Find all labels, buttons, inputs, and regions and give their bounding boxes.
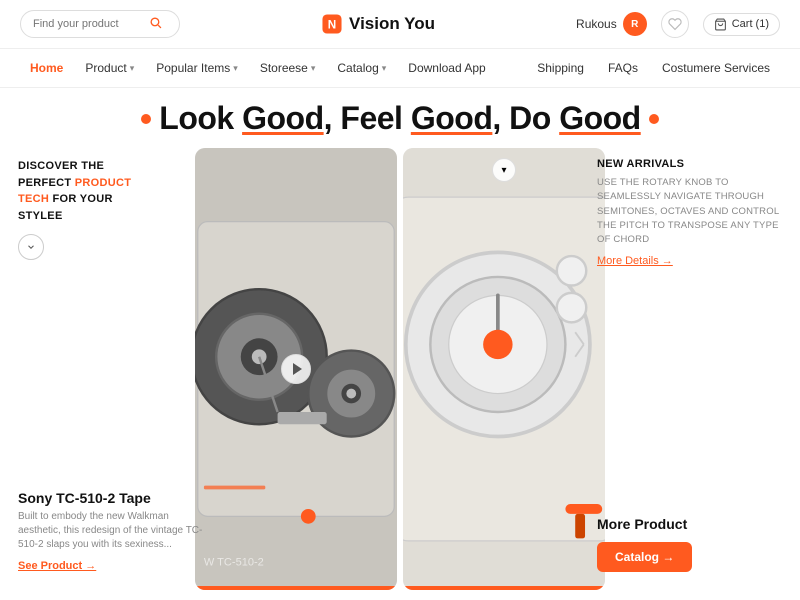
chevron-down-icon: ▾ [233,63,238,74]
nav-left: Home Product ▾ Popular Items ▾ Storeese … [20,57,527,79]
left-panel: DISCOVER THE PERFECT PRODUCTTECH FOR YOU… [18,158,203,260]
username-label: Rukous [576,17,617,31]
play-button[interactable] [281,354,311,384]
product-info-left: Sony TC-510-2 Tape Built to embody the n… [18,490,203,572]
cart-button[interactable]: Cart (1) [703,13,780,36]
dot-right [649,114,659,124]
headline-text: Look Good, Feel Good, Do Good [159,100,640,137]
synth-svg [403,148,605,590]
right-panel: NEW ARRIVALS USE THE ROTARY KNOB TO SEAM… [597,158,782,267]
nav-download[interactable]: Download App [398,57,495,79]
product-image-right: ▾ [403,148,605,590]
discover-text: DISCOVER THE PERFECT PRODUCTTECH FOR YOU… [18,158,203,224]
nav-product[interactable]: Product ▾ [75,57,144,79]
avatar: R [623,12,647,36]
nav-faqs[interactable]: FAQs [598,57,648,79]
scroll-down-button[interactable] [18,234,44,260]
wishlist-button[interactable] [661,10,689,38]
dot-left [141,114,151,124]
center-images: W TC-510-2 [195,148,605,590]
search-box[interactable] [20,10,180,38]
nav-storeese[interactable]: Storeese ▾ [250,57,326,79]
more-details-link[interactable]: More Details → [597,255,782,267]
logo-icon: N [321,13,343,35]
top-bar: N Vision You Rukous R [0,0,800,49]
nav-home[interactable]: Home [20,57,73,79]
site-title: Vision You [349,14,435,34]
hero-headline: Look Good, Feel Good, Do Good [0,100,800,137]
chevron-down-icon: ▾ [130,63,135,74]
more-product-section: More Product Catalog → [597,516,782,572]
header-right: Rukous R Cart (1) [576,10,780,38]
chevron-down-icon: ▾ [382,63,387,74]
nav-right: Shipping FAQs Costumere Services [527,57,780,79]
chevron-down-icon: ▾ [311,63,316,74]
product-name: Sony TC-510-2 Tape [18,490,203,506]
nav-bar: Home Product ▾ Popular Items ▾ Storeese … [0,49,800,88]
cart-label: Cart (1) [732,18,769,30]
nav-catalog[interactable]: Catalog ▾ [327,57,396,79]
page-wrapper: N Vision You Rukous R [0,0,800,600]
catalog-button[interactable]: Catalog → [597,542,692,572]
nav-popular[interactable]: Popular Items ▾ [146,57,248,79]
nav-shipping[interactable]: Shipping [527,57,594,79]
search-input[interactable] [33,18,143,30]
new-arrivals-title: NEW ARRIVALS [597,158,782,170]
more-product-title: More Product [597,516,782,532]
hero-section: Look Good, Feel Good, Do Good DISCOVER T… [0,88,800,600]
search-icon [149,16,162,32]
user-area[interactable]: Rukous R [576,12,647,36]
svg-text:W TC-510-2: W TC-510-2 [204,556,264,568]
nav-customer-services[interactable]: Costumere Services [652,57,780,79]
product-image-left: W TC-510-2 [195,148,397,590]
logo-area: N Vision You [200,13,556,35]
see-product-link[interactable]: See Product → [18,560,203,572]
image-inner-left: W TC-510-2 [195,148,397,590]
dropdown-button[interactable]: ▾ [492,158,516,182]
product-description: Built to embody the new Walkman aestheti… [18,510,203,552]
play-icon [293,363,302,375]
image-inner-right: ▾ [403,148,605,590]
svg-text:N: N [328,18,336,31]
new-arrivals-description: USE THE ROTARY KNOB TO SEAMLESSLY NAVIGA… [597,176,782,247]
